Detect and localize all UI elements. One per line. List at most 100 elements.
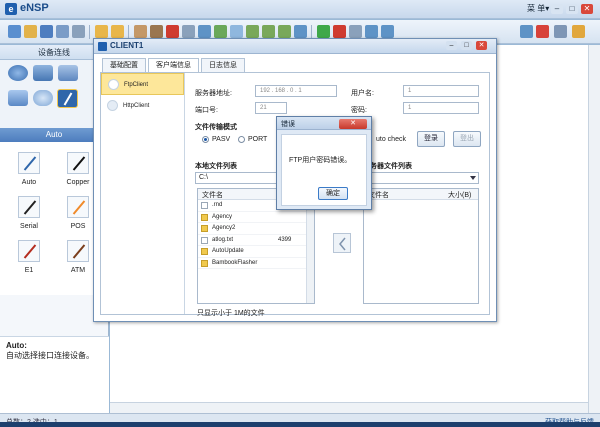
cable-category-icon[interactable] <box>57 89 78 108</box>
port-field[interactable]: 21 <box>255 102 287 114</box>
start-icon[interactable] <box>317 25 330 38</box>
pc-icon[interactable] <box>8 90 28 106</box>
local-file-row[interactable]: atlog.txt 4399 <box>198 235 314 246</box>
maximize-button[interactable]: □ <box>566 4 578 14</box>
switch-icon[interactable] <box>33 65 53 81</box>
password-field[interactable]: 1 <box>403 102 479 114</box>
capture-icon[interactable] <box>365 25 378 38</box>
main-menu-button[interactable]: 菜 单▾ <box>527 3 549 14</box>
pasv-radio[interactable] <box>202 136 209 143</box>
open-icon[interactable] <box>24 25 37 38</box>
tab-basic-config[interactable]: 基础配置 <box>102 58 146 72</box>
file-name: Agency2 <box>212 225 236 231</box>
download-arrow-button[interactable] <box>333 233 351 253</box>
client-close-button[interactable]: ✕ <box>476 41 487 50</box>
server-file-header: 文件名 大小(B) <box>364 189 478 200</box>
cable-auto[interactable]: Auto <box>4 152 54 186</box>
error-dialog-close-button[interactable]: ✕ <box>339 119 367 129</box>
error-dialog-body: FTP用户密码错误。 确定 <box>281 134 367 206</box>
topology-icon[interactable] <box>294 25 307 38</box>
serial-cable-icon <box>23 200 37 215</box>
port-mode-label: PORT <box>248 136 268 143</box>
palette-icon[interactable] <box>214 25 227 38</box>
cable-e1[interactable]: E1 <box>4 240 54 274</box>
local-file-row[interactable]: AutoUpdate <box>198 246 314 258</box>
save-icon[interactable] <box>40 25 53 38</box>
client1-title: CLIENT1 <box>110 41 144 50</box>
server-file-list: 文件名 大小(B) <box>363 188 479 304</box>
local-file-row[interactable]: Agency <box>198 212 314 223</box>
select-icon[interactable] <box>134 25 147 38</box>
username-field[interactable]: 1 <box>403 85 479 97</box>
file-icon <box>201 202 208 209</box>
client-logo-icon <box>98 42 107 51</box>
cable-label: E1 <box>24 267 34 274</box>
local-file-row[interactable]: Agency2 <box>198 223 314 235</box>
router-icon[interactable] <box>8 65 28 81</box>
local-files-label: 本地文件列表 <box>195 163 237 170</box>
error-message: FTP用户密码错误。 <box>289 157 352 164</box>
folder-icon <box>201 259 208 267</box>
minimize-button[interactable]: – <box>551 4 563 14</box>
gear-icon[interactable] <box>554 25 567 38</box>
description-title: Auto: <box>6 341 27 350</box>
client-minimize-button[interactable]: – <box>446 41 457 50</box>
text-icon[interactable] <box>198 25 211 38</box>
local-file-row[interactable]: BambookFlasher <box>198 258 314 269</box>
cable-list: Auto Copper Serial POS E1 ATM <box>0 142 108 295</box>
huawei-icon[interactable] <box>536 25 549 38</box>
cloud-icon[interactable] <box>33 90 53 106</box>
client-tabs: 基础配置 客户端信息 日志信息 <box>102 58 247 72</box>
auto-cable-icon <box>23 156 37 171</box>
settings-small-icon[interactable] <box>381 25 394 38</box>
cable-label: Serial <box>20 223 38 230</box>
app-titlebar: e eNSP 菜 单▾ – □ ✕ <box>0 0 600 19</box>
filter-note: 只显示小于 1M的文件 <box>197 310 265 317</box>
horizontal-scrollbar[interactable] <box>110 402 588 413</box>
logout-button[interactable]: 登出 <box>453 131 481 147</box>
file-name: AutoUpdate <box>212 248 244 254</box>
cable-label: Auto <box>21 179 37 186</box>
client-maximize-button[interactable]: □ <box>461 41 472 50</box>
tab-client-info[interactable]: 客户端信息 <box>148 58 199 72</box>
client1-titlebar: CLIENT1 – □ ✕ <box>94 39 496 54</box>
vertical-scrollbar[interactable] <box>588 45 600 413</box>
http-client-icon <box>107 100 118 111</box>
zoom-in-icon[interactable] <box>246 25 259 38</box>
client-type-list: FtpClient HttpClient <box>101 73 185 314</box>
copper-cable-icon <box>72 156 86 171</box>
port-radio[interactable] <box>238 136 245 143</box>
save-as-icon[interactable] <box>56 25 69 38</box>
password-label: 密码: <box>351 107 367 114</box>
client-item-label: FtpClient <box>124 82 149 88</box>
command-icon[interactable] <box>349 25 362 38</box>
cable-description: Auto: 自动选择接口连接设备。 <box>0 336 109 413</box>
zoom-out-icon[interactable] <box>262 25 275 38</box>
client-item-http[interactable]: HttpClient <box>101 95 184 117</box>
undo-icon[interactable] <box>95 25 108 38</box>
redo-icon[interactable] <box>111 25 124 38</box>
client-item-ftp[interactable]: FtpClient <box>101 73 184 95</box>
stop-icon[interactable] <box>333 25 346 38</box>
eraser-icon[interactable] <box>182 25 195 38</box>
login-button[interactable]: 登录 <box>417 131 445 147</box>
print-icon[interactable] <box>72 25 85 38</box>
wlan-icon[interactable] <box>58 65 78 81</box>
chat-icon[interactable] <box>520 25 533 38</box>
tab-log-info[interactable]: 日志信息 <box>201 58 245 72</box>
auto-check-label: uto check <box>376 136 406 143</box>
local-list-scrollbar[interactable] <box>306 200 314 303</box>
description-text: 自动选择接口连接设备。 <box>6 351 94 360</box>
ensp-logo: e <box>5 3 17 15</box>
delete-icon[interactable] <box>166 25 179 38</box>
close-button[interactable]: ✕ <box>581 4 593 14</box>
e1-cable-icon <box>23 244 37 259</box>
hand-icon[interactable] <box>150 25 163 38</box>
ok-button[interactable]: 确定 <box>318 187 348 200</box>
fit-icon[interactable] <box>278 25 291 38</box>
new-topology-icon[interactable] <box>8 25 21 38</box>
help-icon[interactable] <box>572 25 585 38</box>
cable-serial[interactable]: Serial <box>4 196 54 230</box>
server-addr-field[interactable]: 192 . 168 . 0 . 1 <box>255 85 337 97</box>
rect-icon[interactable] <box>230 25 243 38</box>
